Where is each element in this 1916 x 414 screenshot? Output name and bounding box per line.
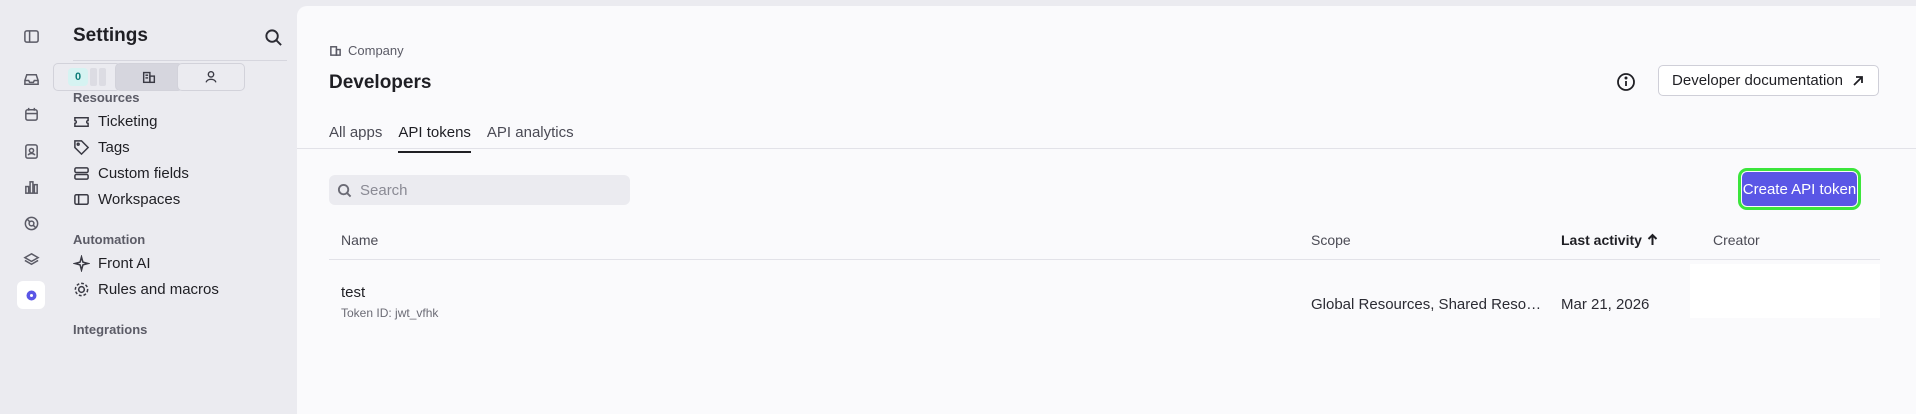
search-icon[interactable] — [260, 24, 286, 50]
toggle-bar — [90, 68, 97, 86]
sort-ascending-icon — [1647, 233, 1658, 245]
user-icon — [205, 70, 217, 83]
help-icon[interactable] — [17, 209, 45, 237]
search-icon — [337, 183, 352, 197]
section-resources: Resources — [73, 90, 140, 105]
search-box — [329, 175, 630, 205]
column-header-creator[interactable]: Creator — [1713, 232, 1760, 258]
token-creator — [1690, 264, 1880, 318]
sidebar-item-label: Custom fields — [98, 164, 189, 182]
sidebar-item-front-ai[interactable]: Front AI — [73, 251, 151, 275]
page-title: Developers — [329, 72, 432, 93]
layers-icon[interactable] — [17, 245, 45, 273]
table-header-divider — [329, 259, 1880, 260]
token-last-activity: Mar 21, 2026 — [1561, 296, 1650, 313]
fields-icon — [74, 166, 89, 180]
breadcrumb-label: Company — [348, 43, 404, 58]
segment-personal[interactable] — [177, 63, 245, 91]
developer-documentation-button[interactable]: Developer documentation — [1658, 65, 1879, 96]
segment-personal-toggle[interactable]: 0 — [53, 63, 121, 91]
column-header-scope[interactable]: Scope — [1311, 232, 1351, 258]
token-name: test — [341, 284, 366, 301]
analytics-icon[interactable] — [17, 173, 45, 201]
building-icon — [330, 46, 341, 56]
column-header-label: Last activity — [1561, 232, 1642, 248]
sparkle-icon — [73, 254, 90, 272]
workspace-icon — [74, 193, 89, 205]
main-panel: Company Developers Developer documentati… — [297, 6, 1916, 414]
sidebar-item-label: Tags — [98, 138, 130, 156]
external-link-icon — [1853, 75, 1863, 86]
breadcrumb[interactable]: Company — [329, 43, 404, 58]
sidebar-divider — [73, 60, 287, 61]
segment-company[interactable] — [115, 63, 183, 91]
sidebar-item-rules-and-macros[interactable]: Rules and macros — [73, 277, 219, 301]
column-header-last-activity[interactable]: Last activity — [1561, 232, 1659, 258]
doc-button-label: Developer documentation — [1672, 72, 1843, 89]
section-automation: Automation — [73, 232, 146, 247]
sidebar-title: Settings — [73, 25, 148, 46]
sidebar-item-ticketing[interactable]: Ticketing — [73, 109, 157, 133]
sidebar-item-label: Front AI — [98, 254, 151, 272]
inbox-icon[interactable] — [17, 65, 45, 93]
contacts-icon[interactable] — [17, 137, 45, 165]
token-scope: Global Resources, Shared Resources — [1311, 296, 1546, 313]
sidebar-item-label: Workspaces — [98, 190, 181, 208]
ticket-icon — [74, 116, 89, 127]
tabs-divider — [297, 148, 1916, 149]
sidebar-item-workspaces[interactable]: Workspaces — [73, 187, 180, 211]
app-rail — [6, 6, 53, 414]
sidebar-item-label: Ticketing — [98, 112, 158, 130]
building-icon — [142, 71, 156, 84]
sidebar-item-tags[interactable]: Tags — [73, 135, 130, 159]
sidebar-toggle-icon[interactable] — [17, 22, 45, 50]
column-header-name[interactable]: Name — [341, 232, 378, 258]
sidebar-item-custom-fields[interactable]: Custom fields — [73, 161, 189, 185]
calendar-icon[interactable] — [17, 100, 45, 128]
create-api-token-button[interactable]: Create API token — [1738, 168, 1861, 210]
toggle-badge: 0 — [68, 68, 88, 86]
search-input[interactable] — [360, 181, 610, 199]
settings-icon[interactable] — [17, 281, 45, 309]
info-icon[interactable] — [1612, 68, 1640, 96]
sidebar-item-label: Rules and macros — [98, 280, 219, 298]
tag-icon — [74, 139, 90, 155]
toggle-bar — [99, 68, 106, 86]
section-integrations: Integrations — [73, 322, 148, 337]
token-id: Token ID: jwt_vfhk — [341, 306, 439, 320]
settings-sidebar: Settings 0 Resources Ticketing Tags Cust… — [53, 6, 297, 414]
gear-icon — [74, 282, 89, 296]
